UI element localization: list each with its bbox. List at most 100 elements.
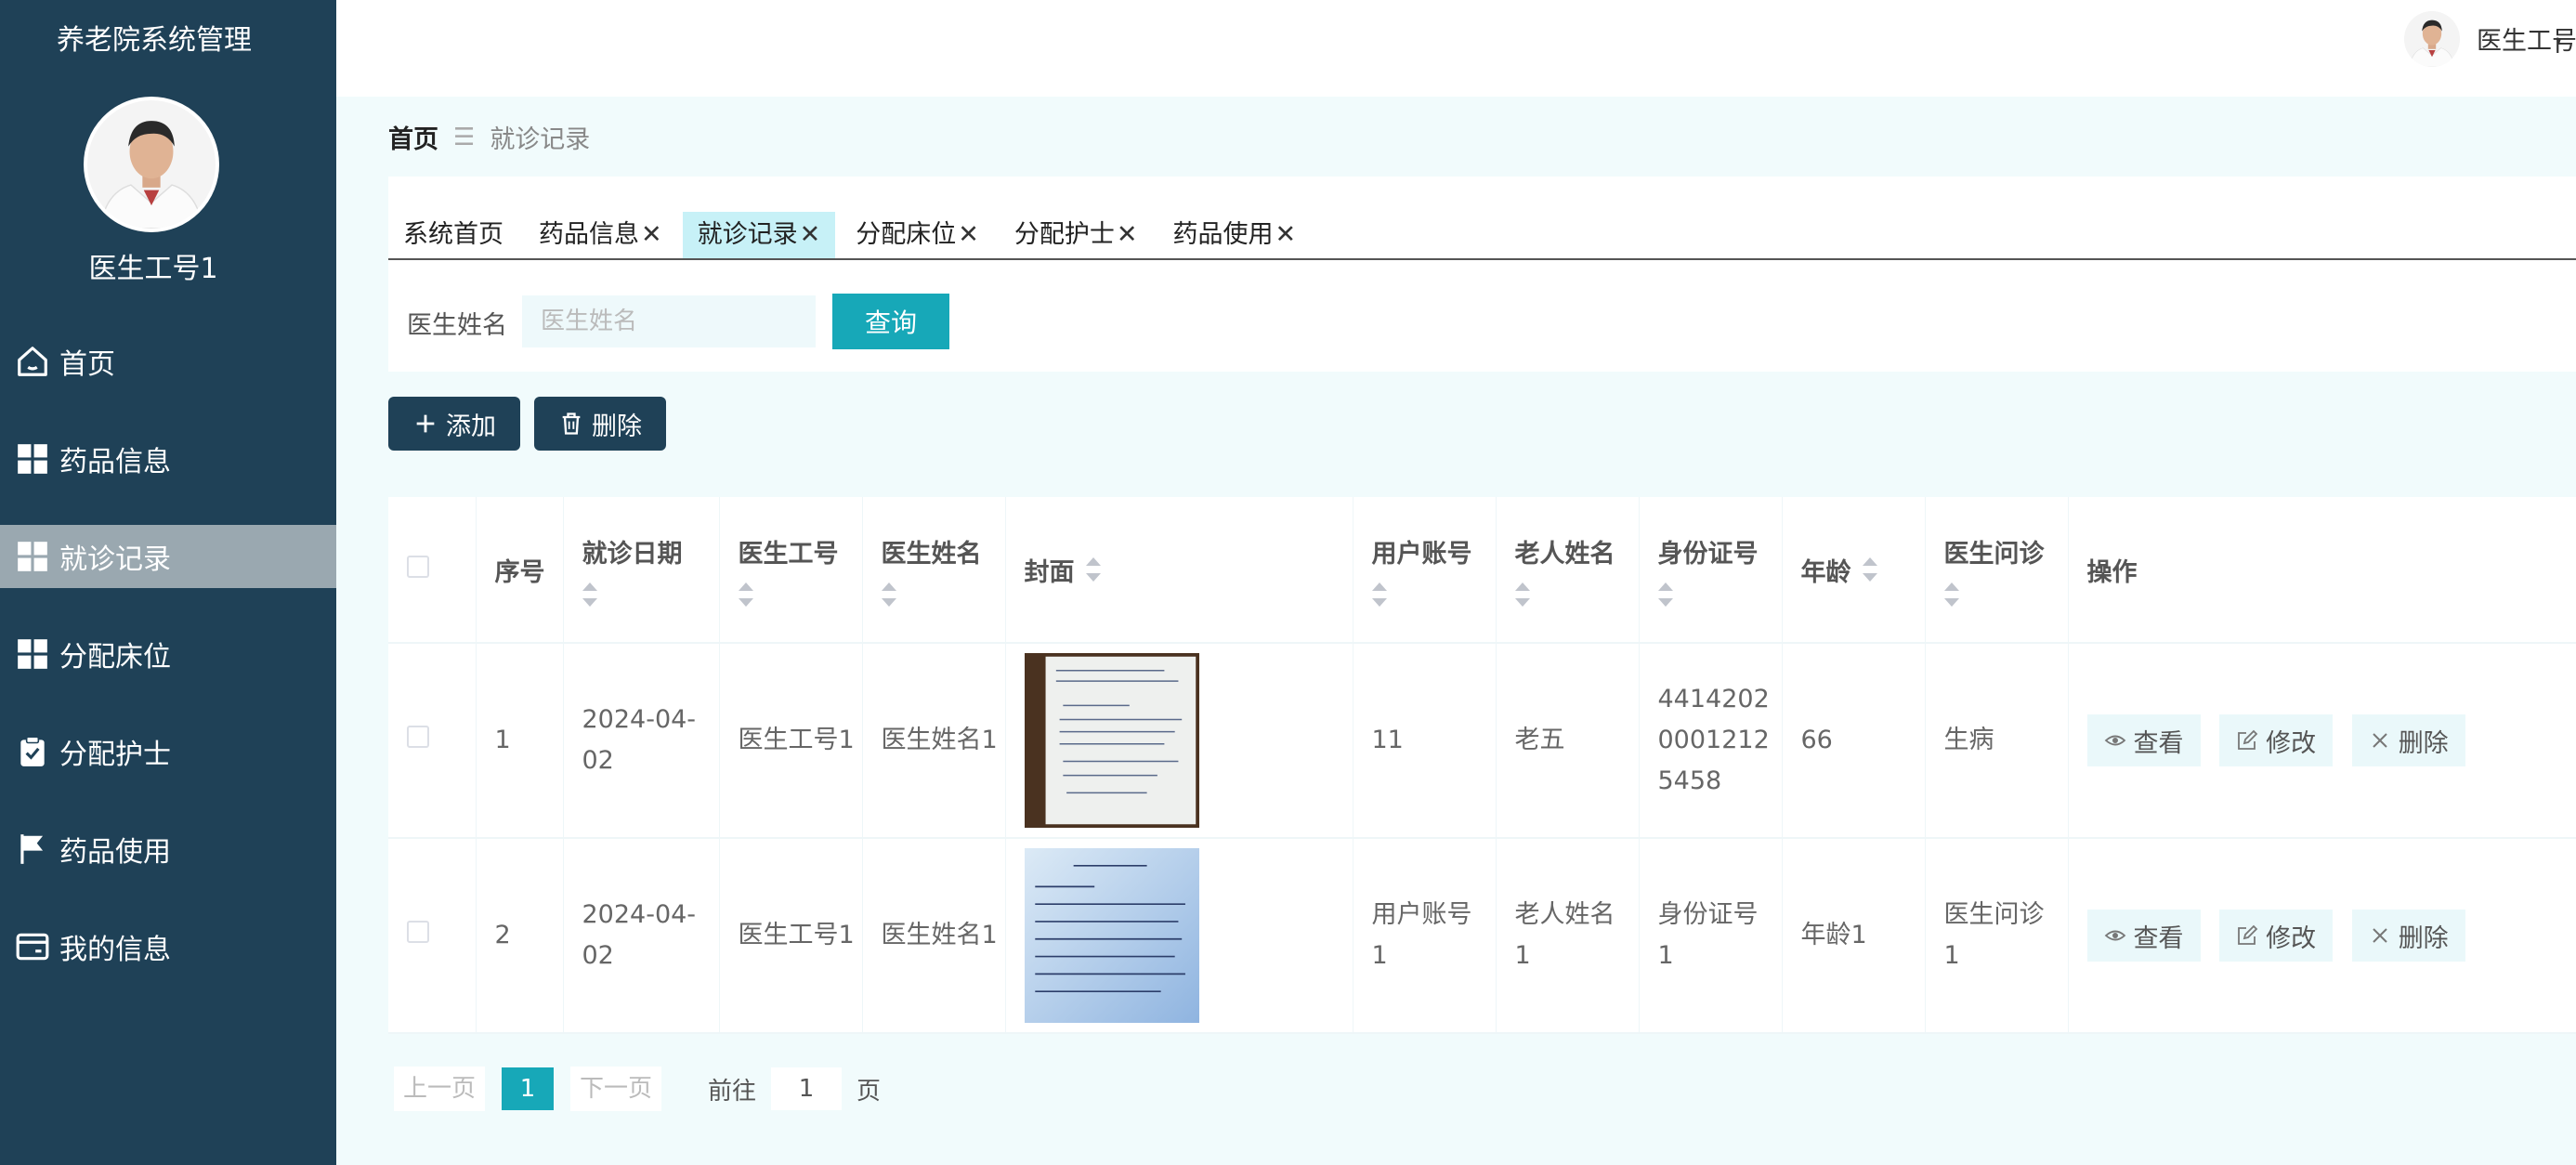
header-date[interactable]: 就诊日期 xyxy=(563,497,720,644)
delete-label: 删除 xyxy=(2398,923,2449,953)
query-button[interactable]: 查询 xyxy=(832,294,949,349)
header-label: 用户账号 xyxy=(1371,539,1472,569)
cover-image-admission-note[interactable] xyxy=(1024,848,1199,1023)
tab-assign-nurse[interactable]: 分配护士✕ xyxy=(1000,212,1153,258)
sort-icon[interactable] xyxy=(1862,557,1877,582)
search-label: 医生姓名 xyxy=(407,311,507,340)
sidebar-item-medicine-usage[interactable]: 药品使用 xyxy=(0,818,336,881)
sidebar-item-label: 药品使用 xyxy=(59,836,171,869)
cell-index: 2 xyxy=(476,838,564,1034)
select-all-cell xyxy=(388,497,477,644)
tab-medicine-info[interactable]: 药品信息✕ xyxy=(524,212,677,258)
sidebar-item-home[interactable]: 首页 xyxy=(0,330,336,393)
goto-page-input[interactable] xyxy=(771,1067,843,1110)
sort-icon[interactable] xyxy=(1371,582,1387,607)
header-label: 老人姓名 xyxy=(1514,539,1615,569)
sort-icon[interactable] xyxy=(1943,582,1959,607)
plus-icon xyxy=(416,414,435,433)
tab-assign-bed[interactable]: 分配床位✕ xyxy=(841,212,994,258)
delete-button[interactable]: 删除 xyxy=(2351,910,2465,962)
header-avatar[interactable] xyxy=(2404,11,2460,67)
page-number-button[interactable]: 1 xyxy=(502,1067,555,1110)
tab-label: 药品信息 xyxy=(539,220,639,249)
sort-icon[interactable] xyxy=(738,582,753,607)
cell-index: 1 xyxy=(476,643,564,839)
sidebar-item-medicine-info[interactable]: 药品信息 xyxy=(0,427,336,491)
header-doctor-name[interactable]: 医生姓名 xyxy=(862,497,1006,644)
cell-doctor-name: 医生姓名1 xyxy=(862,643,1006,839)
breadcrumb-home[interactable]: 首页 xyxy=(388,119,438,155)
header-username[interactable]: 医生工号1 xyxy=(2477,20,2576,57)
row-checkbox[interactable] xyxy=(407,726,429,748)
header-ops: 操作 xyxy=(2068,497,2576,644)
header-label: 医生问诊 xyxy=(1943,539,2045,569)
close-icon[interactable]: ✕ xyxy=(800,220,821,249)
prev-page-button[interactable]: 上一页 xyxy=(394,1067,486,1111)
close-icon[interactable]: ✕ xyxy=(1117,220,1138,249)
view-button[interactable]: 查看 xyxy=(2086,714,2201,766)
sidebar-item-label: 首页 xyxy=(59,348,115,381)
cell-account: 11 xyxy=(1353,643,1497,839)
tab-visit-records[interactable]: 就诊记录✕ xyxy=(682,212,836,258)
sidebar-item-label: 分配护士 xyxy=(59,739,171,771)
tab-label: 药品使用 xyxy=(1172,220,1274,249)
sidebar-username: 医生工号1 xyxy=(88,253,218,285)
sidebar-item-visit-records[interactable]: 就诊记录 xyxy=(0,525,336,588)
view-button[interactable]: 查看 xyxy=(2086,910,2201,962)
cell-ops: 查看 修改 删除 xyxy=(2068,838,2576,1034)
breadcrumb: 首页 ☰ 就诊记录 xyxy=(388,119,590,155)
header-age[interactable]: 年龄 xyxy=(1782,497,1926,644)
breadcrumb-current: 就诊记录 xyxy=(490,125,591,154)
cover-image-handwritten-note[interactable] xyxy=(1024,653,1199,828)
delete-button-label: 删除 xyxy=(592,412,642,441)
close-icon xyxy=(2372,733,2387,748)
tab-medicine-usage[interactable]: 药品使用✕ xyxy=(1158,212,1312,258)
edit-button[interactable]: 修改 xyxy=(2219,714,2334,766)
grid-icon xyxy=(15,636,50,672)
sidebar-item-my-info[interactable]: 我的信息 xyxy=(0,915,336,978)
tab-system-home[interactable]: 系统首页 xyxy=(388,212,518,258)
cell-elder-name: 老五 xyxy=(1496,643,1640,839)
view-label: 查看 xyxy=(2133,923,2184,953)
sort-icon[interactable] xyxy=(1514,582,1530,607)
sidebar-item-label: 就诊记录 xyxy=(59,543,171,576)
header-id-card[interactable]: 身份证号 xyxy=(1639,497,1783,644)
delete-label: 删除 xyxy=(2398,728,2449,758)
sidebar-item-assign-nurse[interactable]: 分配护士 xyxy=(0,720,336,783)
header-doctor-no[interactable]: 医生工号 xyxy=(719,497,863,644)
doctor-name-search-input[interactable] xyxy=(522,295,816,347)
sort-icon[interactable] xyxy=(881,582,896,607)
sort-icon[interactable] xyxy=(1657,582,1673,607)
sort-icon[interactable] xyxy=(582,582,597,607)
sidebar-item-assign-bed[interactable]: 分配床位 xyxy=(0,622,336,686)
select-all-checkbox[interactable] xyxy=(407,555,429,578)
cell-age: 年龄1 xyxy=(1782,838,1926,1034)
next-page-button[interactable]: 下一页 xyxy=(570,1067,662,1111)
close-icon[interactable]: ✕ xyxy=(958,220,979,249)
header-cover[interactable]: 封面 xyxy=(1005,497,1353,644)
edit-label: 修改 xyxy=(2266,728,2317,758)
batch-delete-button[interactable]: 删除 xyxy=(534,397,666,451)
tabs-search-panel: 系统首页 药品信息✕ 就诊记录✕ 分配床位✕ 分配护士✕ 药品使用✕ 医生姓名 … xyxy=(388,177,2576,372)
edit-icon xyxy=(2238,924,2258,945)
sort-icon[interactable] xyxy=(1085,557,1101,582)
row-checkbox[interactable] xyxy=(407,921,429,943)
header-elder-name[interactable]: 老人姓名 xyxy=(1496,497,1640,644)
add-button-label: 添加 xyxy=(446,412,496,441)
records-table: 序号 就诊日期 医生工号 医生姓名 封面 用户账号 老人姓名 身份证号 年龄 医… xyxy=(388,497,2576,1034)
menu-lines-icon: ☰ xyxy=(453,123,476,151)
tab-bar: 系统首页 药品信息✕ 就诊记录✕ 分配床位✕ 分配护士✕ 药品使用✕ xyxy=(388,212,2576,260)
close-icon[interactable]: ✕ xyxy=(1275,220,1297,249)
grid-icon xyxy=(15,539,50,574)
header-diagnosis[interactable]: 医生问诊 xyxy=(1925,497,2069,644)
table-row: 1 2024-04-02 医生工号1 医生姓名1 11 老五 441420200… xyxy=(388,643,2576,839)
edit-button[interactable]: 修改 xyxy=(2219,910,2334,962)
cell-date: 2024-04-02 xyxy=(563,643,720,839)
tab-label: 分配床位 xyxy=(856,220,957,249)
header-account[interactable]: 用户账号 xyxy=(1353,497,1497,644)
close-icon[interactable]: ✕ xyxy=(641,220,662,249)
delete-button[interactable]: 删除 xyxy=(2351,714,2465,766)
grid-icon xyxy=(15,441,50,477)
add-button[interactable]: 添加 xyxy=(388,397,520,451)
tab-label: 就诊记录 xyxy=(697,220,798,249)
